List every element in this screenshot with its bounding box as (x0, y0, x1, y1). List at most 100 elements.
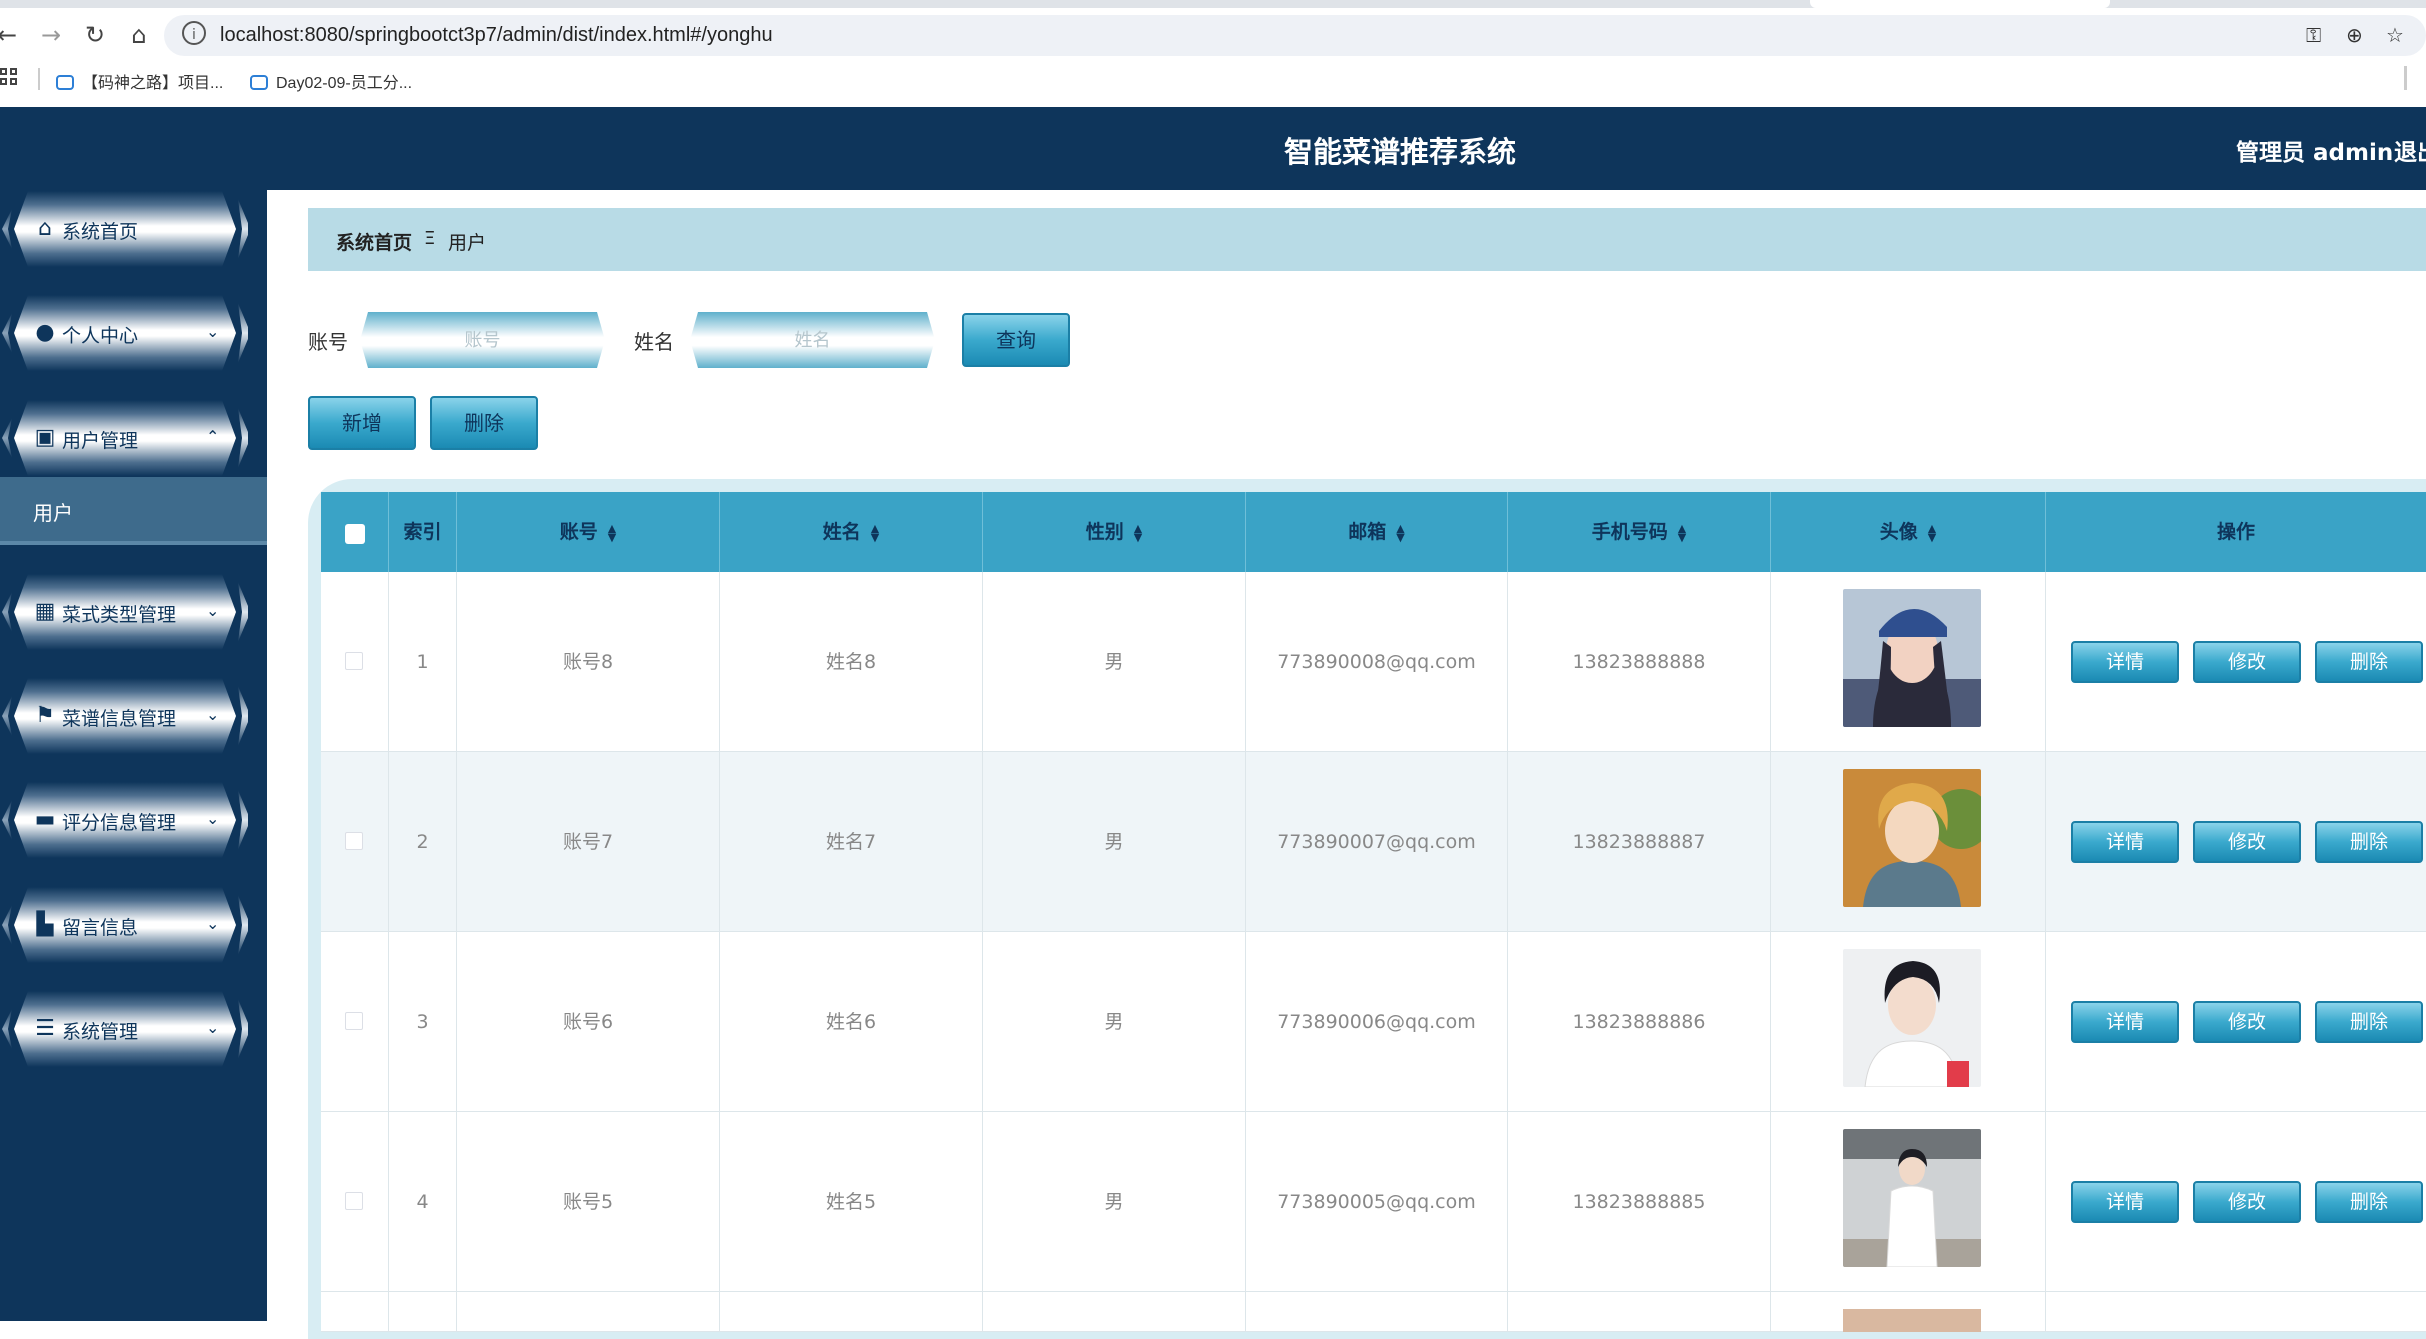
row-select-cell (321, 572, 389, 752)
avatar[interactable] (1843, 769, 1981, 907)
breadcrumb-home[interactable]: 系统首页 (336, 228, 412, 255)
chevron-down-icon: ⌄ (206, 322, 220, 341)
reload-icon[interactable]: ↻ (78, 18, 112, 52)
detail-button[interactable]: 详情 (2071, 1001, 2179, 1043)
name-search-input[interactable] (690, 312, 935, 368)
bilibili-icon (250, 75, 268, 90)
address-bar[interactable]: i localhost:8080/springbootct3p7/admin/d… (164, 15, 2426, 56)
sidebar-item-user-management[interactable]: ▣ 用户管理 ⌃ (2, 400, 248, 476)
sidebar-item-label: 系统首页 (62, 221, 139, 243)
column-index-label: 索引 (403, 521, 442, 543)
table-row (321, 1292, 2426, 1332)
detail-button[interactable]: 详情 (2071, 1181, 2179, 1223)
table-row: 4 账号5 姓名5 男 773890005@qq.com 13823888885… (321, 1112, 2426, 1292)
sidebar-item-dish-types[interactable]: ▦ 菜式类型管理 ⌄ (2, 574, 248, 650)
cell-email: 773890007@qq.com (1246, 752, 1508, 932)
search-button[interactable]: 查询 (962, 313, 1070, 367)
sidebar-item-home[interactable]: ⌂ 系统首页 (2, 191, 248, 267)
password-key-icon[interactable]: ⚿ (2306, 23, 2321, 47)
sort-icon[interactable]: ▲ ▼ (608, 523, 616, 543)
avatar[interactable] (1843, 1129, 1981, 1267)
account-label: 账号 (308, 330, 348, 354)
edit-button[interactable]: 修改 (2193, 1181, 2301, 1223)
row-checkbox[interactable] (345, 832, 363, 850)
sort-icon[interactable]: ▲ ▼ (871, 523, 879, 543)
column-actions: 操作 (2046, 492, 2426, 572)
delete-row-button[interactable]: 删除 (2315, 821, 2423, 863)
chevron-down-icon: ⌄ (206, 809, 220, 828)
breadcrumb-separator: Ξ (424, 228, 436, 249)
row-select-cell (321, 1112, 389, 1292)
avatar[interactable] (1843, 949, 1981, 1087)
sort-icon[interactable]: ▲ ▼ (1134, 523, 1142, 543)
chevron-down-icon: ⌄ (206, 914, 220, 933)
sidebar-item-label: 评分信息管理 (62, 812, 177, 834)
column-index: 索引 (389, 492, 457, 572)
column-phone[interactable]: 手机号码 ▲ ▼ (1508, 492, 1771, 572)
forward-icon[interactable]: → (34, 18, 68, 52)
sidebar-item-ratings[interactable]: ▬ 评分信息管理 ⌄ (2, 782, 248, 858)
apps-grid-icon[interactable] (0, 68, 20, 88)
sidebar-item-recipes[interactable]: ⚑ 菜谱信息管理 ⌄ (2, 678, 248, 754)
sidebar-item-profile[interactable]: ● 个人中心 ⌄ (2, 295, 248, 371)
site-info-icon[interactable]: i (182, 21, 206, 45)
sort-icon[interactable]: ▲ ▼ (1928, 523, 1936, 543)
sort-icon[interactable]: ▲ ▼ (1678, 523, 1686, 543)
back-icon[interactable]: ← (0, 18, 24, 52)
breadcrumb: 系统首页 Ξ 用户 (308, 208, 2426, 271)
table-row: 1 账号8 姓名8 男 773890008@qq.com 13823888888… (321, 572, 2426, 752)
app-header: 智能菜谱推荐系统 管理员 admin 退出 (0, 107, 2426, 190)
sidebar-item-label: 留言信息 (62, 917, 139, 939)
detail-button[interactable]: 详情 (2071, 821, 2179, 863)
column-name[interactable]: 姓名 ▲ ▼ (720, 492, 983, 572)
url-text[interactable]: localhost:8080/springbootct3p7/admin/dis… (220, 24, 773, 47)
column-email[interactable]: 邮箱 ▲ ▼ (1246, 492, 1508, 572)
zoom-icon[interactable]: ⊕ (2346, 23, 2363, 47)
detail-button[interactable]: 详情 (2071, 641, 2179, 683)
sidebar-item-messages[interactable]: ▙ 留言信息 ⌄ (2, 887, 248, 963)
active-tab[interactable] (1810, 0, 2110, 8)
delete-row-button[interactable]: 删除 (2315, 1001, 2423, 1043)
cell-name: 姓名6 (720, 932, 983, 1112)
header-select-all[interactable] (321, 492, 389, 572)
delete-button[interactable]: 删除 (430, 396, 538, 450)
avatar[interactable] (1843, 589, 1981, 727)
row-checkbox[interactable] (345, 1012, 363, 1030)
scroll-indicator (2404, 66, 2407, 90)
sort-icon[interactable]: ▲ ▼ (1396, 523, 1404, 543)
column-phone-label: 手机号码 (1591, 521, 1668, 543)
column-account-label: 账号 (559, 521, 598, 543)
cell-phone: 13823888886 (1508, 932, 1771, 1112)
row-checkbox[interactable] (345, 652, 363, 670)
bookmark-1-label: 【码神之路】项目... (82, 75, 224, 92)
bookmark-star-icon[interactable]: ☆ (2386, 23, 2404, 47)
edit-button[interactable]: 修改 (2193, 1001, 2301, 1043)
column-account[interactable]: 账号 ▲ ▼ (457, 492, 720, 572)
cell-account: 账号5 (457, 1112, 720, 1292)
column-gender[interactable]: 性别 ▲ ▼ (983, 492, 1246, 572)
row-select-cell (321, 932, 389, 1112)
briefcase-icon: ▬ (34, 807, 56, 832)
row-select-cell (321, 752, 389, 932)
home-browser-icon[interactable]: ⌂ (122, 18, 156, 52)
row-checkbox[interactable] (345, 1192, 363, 1210)
cell-gender: 男 (983, 1112, 1246, 1292)
add-button[interactable]: 新增 (308, 396, 416, 450)
delete-row-button[interactable]: 删除 (2315, 1181, 2423, 1223)
delete-row-button[interactable]: 删除 (2315, 641, 2423, 683)
account-search-input[interactable] (360, 312, 605, 368)
column-gender-label: 性别 (1085, 521, 1124, 543)
bookmark-2[interactable]: Day02-09-员工分... (250, 69, 412, 93)
edit-button[interactable]: 修改 (2193, 641, 2301, 683)
sidebar-item-system[interactable]: ☰ 系统管理 ⌄ (2, 991, 248, 1067)
bookmark-1[interactable]: 【码神之路】项目... (56, 69, 223, 93)
column-avatar[interactable]: 头像 ▲ ▼ (1771, 492, 2046, 572)
sidebar-subitem-user[interactable]: 用户 (0, 477, 267, 543)
column-actions-label: 操作 (2216, 521, 2255, 543)
logout-link[interactable]: 退出 (2394, 133, 2426, 167)
cell-email: 773890008@qq.com (1246, 572, 1508, 752)
column-avatar-label: 头像 (1879, 521, 1918, 543)
select-all-checkbox[interactable] (345, 524, 365, 544)
browser-chrome: ← → ↻ ⌂ i localhost:8080/springbootct3p7… (0, 0, 2426, 107)
edit-button[interactable]: 修改 (2193, 821, 2301, 863)
